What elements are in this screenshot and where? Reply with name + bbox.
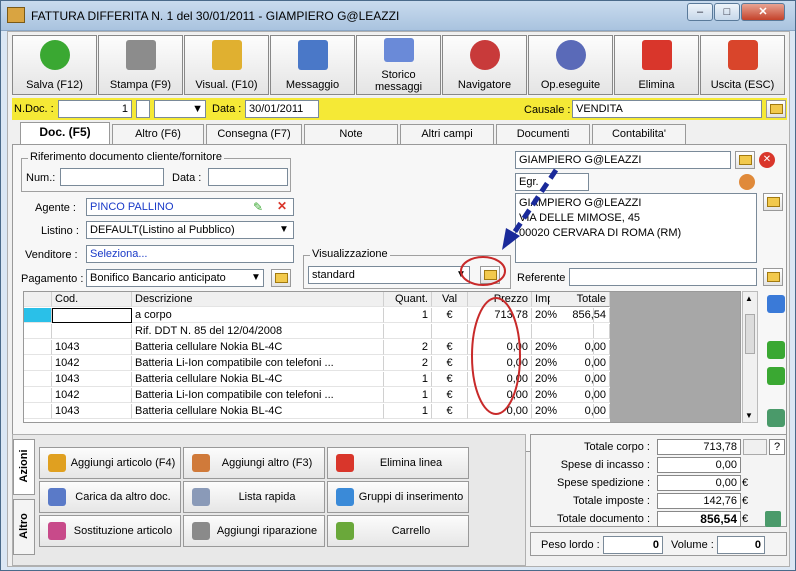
annotation-circle bbox=[460, 256, 506, 286]
annotation-arrow-line bbox=[509, 168, 559, 238]
annotation-overlay bbox=[460, 168, 559, 415]
annotation-ellipse bbox=[471, 297, 521, 415]
